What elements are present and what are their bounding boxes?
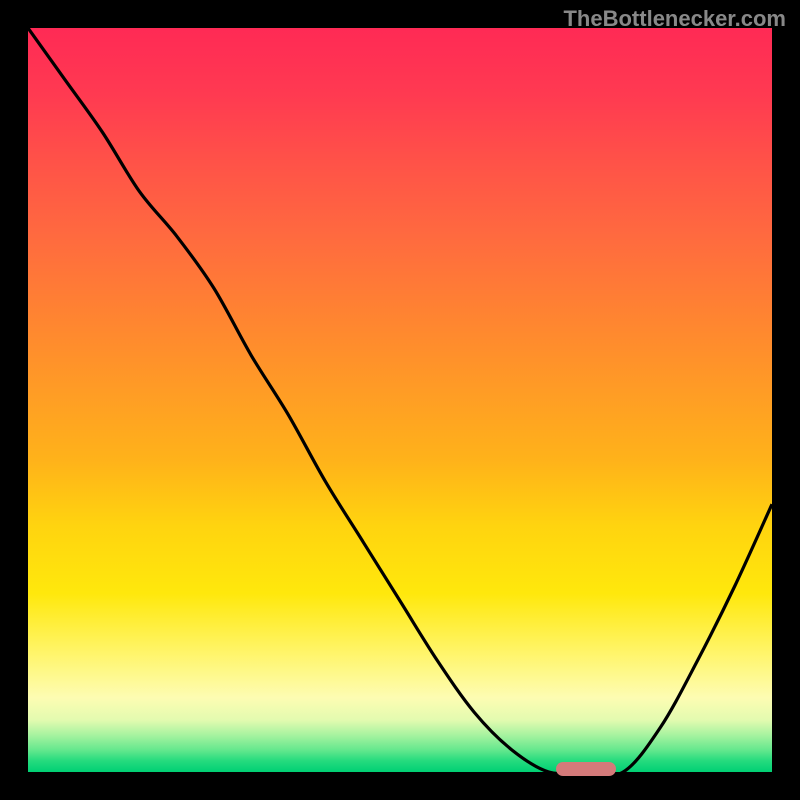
watermark-text: TheBottlenecker.com (563, 6, 786, 32)
curve-svg (28, 28, 772, 772)
optimum-marker (556, 762, 616, 776)
plot-area (28, 28, 772, 772)
curve-path (28, 28, 772, 772)
